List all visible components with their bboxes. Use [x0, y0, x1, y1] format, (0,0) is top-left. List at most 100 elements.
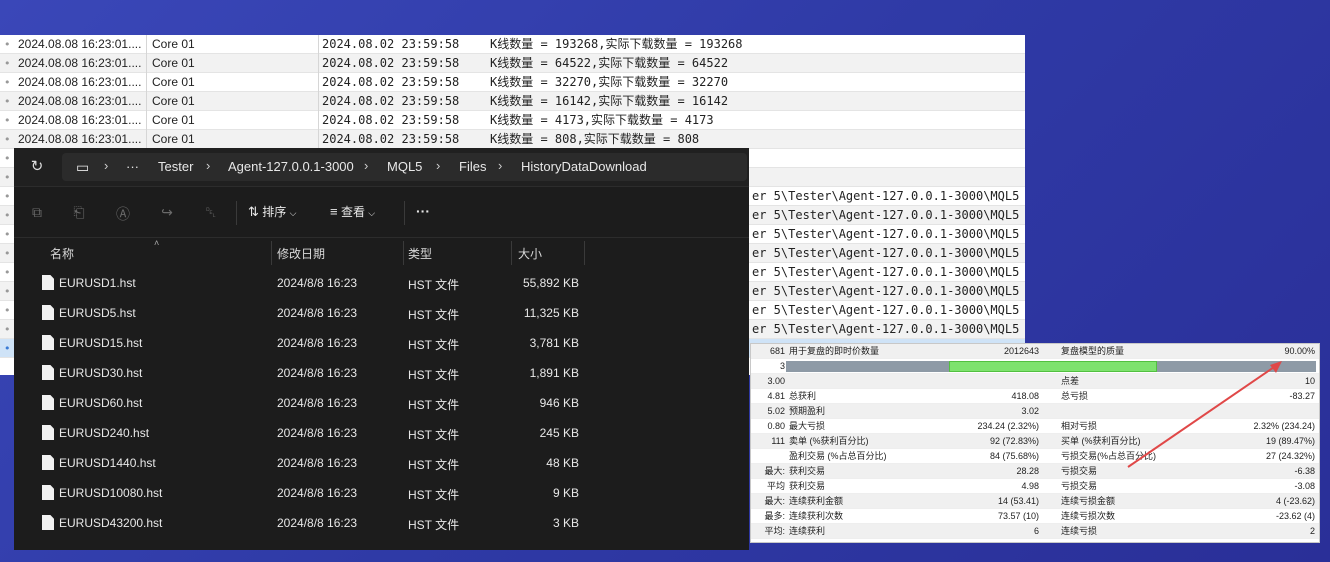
column-divider[interactable]	[271, 241, 272, 265]
report-row: 最多: 连续获利次数 73.57 (10) 连续亏损次数 -23.62 (4)	[751, 509, 1319, 524]
column-header-row: ˄ 名称 修改日期 类型 大小	[14, 238, 749, 268]
column-type[interactable]: 类型	[408, 245, 432, 262]
rename-icon[interactable]: Ⓐ	[114, 204, 132, 222]
file-type: HST 文件	[408, 398, 460, 412]
report-cell: 最多:	[764, 511, 785, 521]
file-row[interactable]: EURUSD10080.hst 2024/8/8 16:23 HST 文件 9 KB	[14, 478, 749, 508]
breadcrumb-tester[interactable]: Tester	[158, 159, 193, 174]
file-type: HST 文件	[408, 278, 460, 292]
file-size: 9 KB	[552, 486, 579, 500]
log-time: 2024.08.08 16:23:01....	[18, 56, 142, 70]
report-cell: 连续亏损次数	[1061, 511, 1116, 521]
copy-icon[interactable]: ⧉	[28, 204, 46, 222]
file-explorer-window: ↻ ▭ › ··· Tester › Agent-127.0.0.1-3000 …	[14, 148, 749, 550]
file-date: 2024/8/8 16:23	[277, 456, 358, 470]
log-level-icon: •	[4, 323, 11, 336]
view-button[interactable]: ≡ 查看 ⌵	[330, 203, 375, 223]
breadcrumb-mql5[interactable]: MQL5	[387, 159, 422, 174]
file-date: 2024/8/8 16:23	[277, 426, 358, 440]
more-options-button[interactable]: ···	[416, 203, 430, 223]
log-row[interactable]: • 2024.08.08 16:23:01.... Core 01 2024.08.0…	[0, 130, 1025, 149]
report-cell: 连续亏损	[1061, 526, 1098, 536]
file-row[interactable]: EURUSD5.hst 2024/8/8 16:23 HST 文件 11,325 KB	[14, 298, 749, 328]
log-path: er 5\Tester\Agent-127.0.0.1-3000\MQL5	[752, 227, 1020, 241]
paste-icon[interactable]: ⎗	[70, 204, 88, 222]
report-cell: 84 (75.68%)	[989, 451, 1039, 461]
file-name: EURUSD15.hst	[59, 336, 143, 350]
address-bar[interactable]: ▭ › ··· Tester › Agent-127.0.0.1-3000 › …	[62, 153, 747, 181]
log-timestamp: 2024.08.02 23:59:58	[322, 75, 460, 89]
chevron-right-icon: ›	[364, 158, 369, 173]
log-time: 2024.08.08 16:23:01....	[18, 132, 142, 146]
log-source: Core 01	[152, 37, 195, 51]
report-cell: 4.81	[767, 391, 785, 401]
chevron-right-icon: ›	[206, 158, 211, 173]
file-row[interactable]: EURUSD1.hst 2024/8/8 16:23 HST 文件 55,892 KB	[14, 268, 749, 298]
log-message: K线数量 = 32270,实际下载数量 = 32270	[490, 75, 729, 89]
column-divider[interactable]	[511, 241, 512, 265]
report-cell: 234.24 (2.32%)	[977, 421, 1039, 431]
log-path: er 5\Tester\Agent-127.0.0.1-3000\MQL5	[752, 265, 1020, 279]
log-source: Core 01	[152, 132, 195, 146]
refresh-icon[interactable]: ↻	[26, 157, 48, 177]
view-icon: ≡	[330, 204, 338, 219]
log-message: K线数量 = 193268,实际下载数量 = 193268	[490, 37, 743, 51]
file-row[interactable]: EURUSD60.hst 2024/8/8 16:23 HST 文件 946 KB	[14, 388, 749, 418]
report-cell: 最大:	[764, 496, 785, 506]
file-name: EURUSD1.hst	[59, 276, 136, 290]
column-date[interactable]: 修改日期	[277, 245, 325, 262]
log-row[interactable]: • 2024.08.08 16:23:01.... Core 01 2024.08.0…	[0, 54, 1025, 73]
column-divider[interactable]	[403, 241, 404, 265]
log-message: K线数量 = 4173,实际下载数量 = 4173	[490, 113, 714, 127]
report-cell: 连续亏损金额	[1061, 496, 1116, 506]
sort-button[interactable]: ⇅ 排序 ⌵	[248, 203, 296, 223]
chevron-right-icon: ›	[436, 158, 441, 173]
toolbar-divider	[236, 201, 237, 225]
file-row[interactable]: EURUSD15.hst 2024/8/8 16:23 HST 文件 3,781 KB	[14, 328, 749, 358]
file-name: EURUSD30.hst	[59, 366, 143, 380]
column-divider	[318, 92, 319, 111]
report-cell: 亏损交易	[1061, 481, 1098, 491]
file-row[interactable]: EURUSD30.hst 2024/8/8 16:23 HST 文件 1,891 KB	[14, 358, 749, 388]
breadcrumb-historydatadownload[interactable]: HistoryDataDownload	[521, 159, 647, 174]
computer-icon[interactable]: ▭	[76, 159, 89, 176]
report-row: 平均 获利交易 4.98 亏损交易 -3.08	[751, 479, 1319, 494]
log-level-icon: •	[4, 133, 11, 146]
breadcrumb-agent[interactable]: Agent-127.0.0.1-3000	[228, 159, 354, 174]
column-divider[interactable]	[584, 241, 585, 265]
log-level-icon: •	[4, 247, 11, 260]
breadcrumb-ellipsis[interactable]: ···	[126, 159, 139, 174]
log-message: K线数量 = 808,实际下载数量 = 808	[490, 132, 700, 146]
log-row[interactable]: • 2024.08.08 16:23:01.... Core 01 2024.08.0…	[0, 111, 1025, 130]
log-source: Core 01	[152, 56, 195, 70]
file-row[interactable]: EURUSD1440.hst 2024/8/8 16:23 HST 文件 48 KB	[14, 448, 749, 478]
log-level-icon: •	[4, 209, 11, 222]
delete-icon[interactable]: ␡	[202, 204, 220, 222]
log-row[interactable]: • 2024.08.08 16:23:01.... Core 01 2024.08.0…	[0, 35, 1025, 54]
log-row[interactable]: • 2024.08.08 16:23:01.... Core 01 2024.08.0…	[0, 73, 1025, 92]
report-cell: -3.08	[1294, 481, 1315, 491]
annotation-arrow	[1127, 361, 1282, 468]
sort-label: 排序	[262, 205, 287, 219]
report-cell: 4 (-23.62)	[1275, 496, 1315, 506]
file-type: HST 文件	[408, 428, 460, 442]
log-row[interactable]: • 2024.08.08 16:23:01.... Core 01 2024.08.0…	[0, 92, 1025, 111]
log-level-icon: •	[4, 190, 11, 203]
column-divider	[318, 35, 319, 54]
breadcrumb-files[interactable]: Files	[459, 159, 486, 174]
file-date: 2024/8/8 16:23	[277, 306, 358, 320]
column-divider	[146, 111, 147, 130]
report-cell: 681	[769, 346, 785, 356]
column-name[interactable]: 名称	[50, 245, 74, 262]
log-timestamp: 2024.08.02 23:59:58	[322, 113, 460, 127]
column-size[interactable]: 大小	[518, 245, 542, 262]
file-icon	[42, 305, 54, 320]
file-icon	[42, 455, 54, 470]
file-row[interactable]: EURUSD240.hst 2024/8/8 16:23 HST 文件 245 KB	[14, 418, 749, 448]
file-row[interactable]: EURUSD43200.hst 2024/8/8 16:23 HST 文件 3 KB	[14, 508, 749, 538]
log-level-icon: •	[4, 152, 11, 165]
log-source: Core 01	[152, 113, 195, 127]
column-divider	[318, 73, 319, 92]
share-icon[interactable]: ↪	[158, 204, 176, 222]
log-message: K线数量 = 64522,实际下载数量 = 64522	[490, 56, 729, 70]
